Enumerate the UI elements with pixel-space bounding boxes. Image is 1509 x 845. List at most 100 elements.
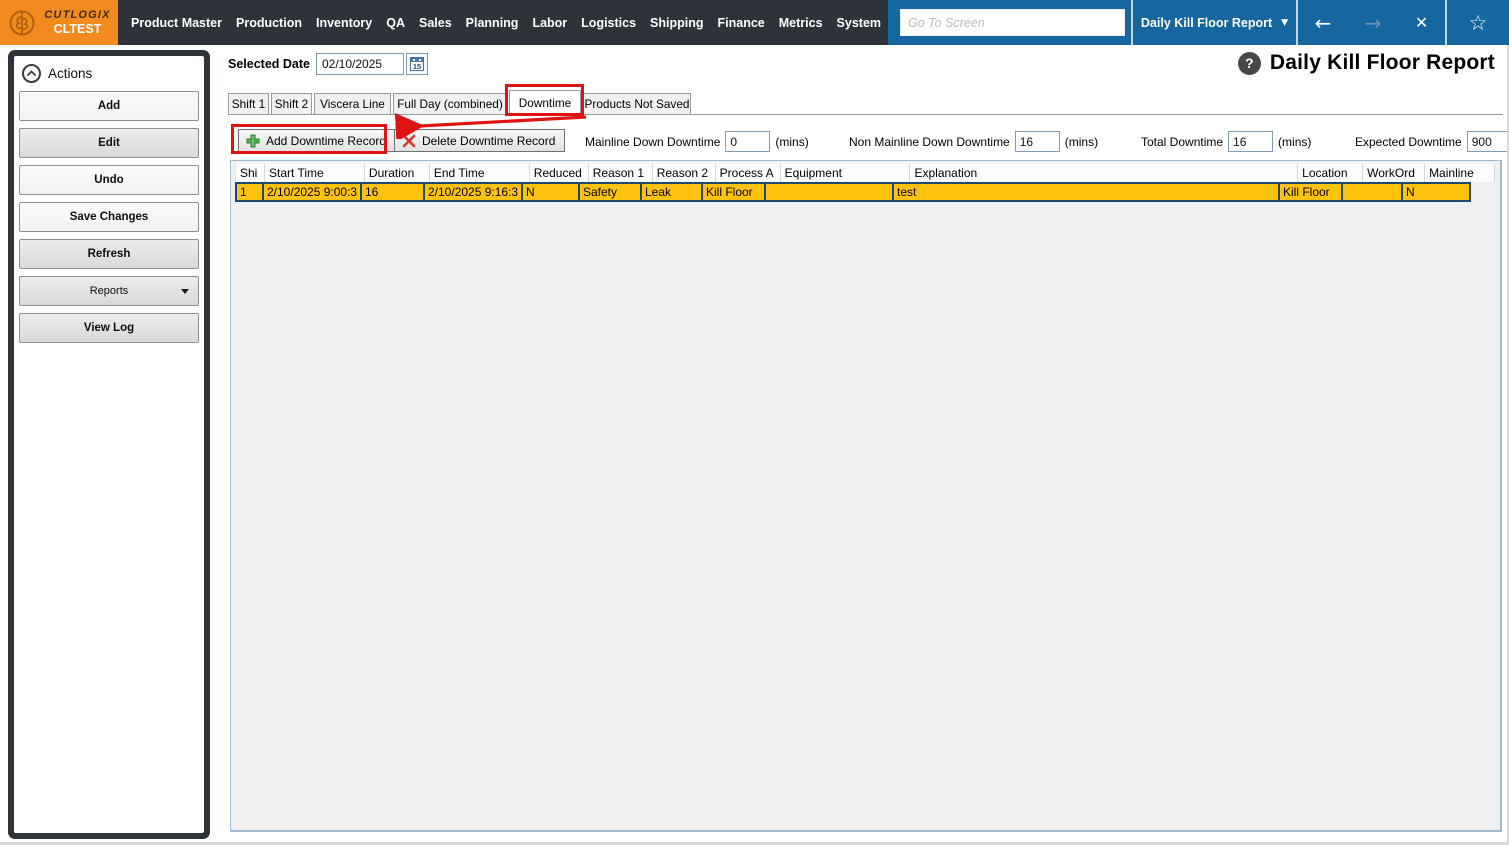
caret-down-icon <box>181 289 189 298</box>
menu-item-inventory[interactable]: Inventory <box>316 16 372 30</box>
non-mainline-down-downtime-label: Non Mainline Down Downtime <box>849 134 1010 149</box>
expected-downtime-input[interactable] <box>1466 131 1509 152</box>
column-header-process-area[interactable]: Process A <box>716 164 781 182</box>
actions-title: Actions <box>48 66 93 81</box>
selected-date-input[interactable] <box>315 53 404 75</box>
menu-item-planning[interactable]: Planning <box>466 16 519 30</box>
non-mainline-down-downtime-input[interactable] <box>1014 131 1060 152</box>
non-mainline-down-downtime-field: Non Mainline Down Downtime (mins) <box>849 131 1098 152</box>
tab-shift-1[interactable]: Shift 1 <box>228 93 269 114</box>
plus-icon <box>246 134 260 148</box>
column-header-explanation[interactable]: Explanation <box>910 164 1299 182</box>
forward-arrow-icon[interactable]: → <box>1365 13 1382 33</box>
page-title: Daily Kill Floor Report <box>1269 51 1495 74</box>
delete-x-icon <box>402 134 416 148</box>
cell-reason-2[interactable]: Leak <box>640 182 703 202</box>
menu-item-finance[interactable]: Finance <box>718 16 765 30</box>
environment-name: CLTEST <box>53 21 102 36</box>
column-header-shift[interactable]: Shi <box>236 164 265 182</box>
cell-workorder[interactable] <box>1341 182 1403 202</box>
close-icon[interactable]: ✕ <box>1415 13 1428 32</box>
add-button[interactable]: Add <box>19 91 199 121</box>
expected-downtime-field: Expected Downtime <box>1355 131 1509 152</box>
total-downtime-input[interactable] <box>1228 131 1274 152</box>
mins-suffix: (mins) <box>775 134 809 149</box>
favorite-star-icon[interactable]: ☆ <box>1469 11 1488 35</box>
calendar-icon: 15 <box>409 57 424 71</box>
downtime-grid: Shi Start Time Duration End Time Reduced… <box>235 164 1496 202</box>
calendar-picker-button[interactable]: 15 <box>405 53 428 75</box>
top-navigation-bar: CUTLOGIX CLTEST Product Master Productio… <box>0 0 1509 45</box>
cell-process-area[interactable]: Kill Floor <box>701 182 766 202</box>
delete-downtime-record-label: Delete Downtime Record <box>422 133 556 148</box>
tab-viscera-line[interactable]: Viscera Line <box>314 93 391 114</box>
cell-shift[interactable]: 1 <box>235 182 264 202</box>
column-header-reason-1[interactable]: Reason 1 <box>589 164 653 182</box>
collapse-panel-icon[interactable] <box>22 64 41 83</box>
tab-full-day-combined[interactable]: Full Day (combined) <box>393 93 507 114</box>
cell-end-time[interactable]: 2/10/2025 9:16:3 <box>423 182 523 202</box>
menu-item-sales[interactable]: Sales <box>419 16 452 30</box>
menu-item-product-master[interactable]: Product Master <box>131 16 222 30</box>
mins-suffix: (mins) <box>1278 134 1312 149</box>
help-icon[interactable]: ? <box>1237 51 1261 75</box>
menu-item-labor[interactable]: Labor <box>532 16 567 30</box>
app-window: CUTLOGIX CLTEST Product Master Productio… <box>0 0 1509 845</box>
cell-duration[interactable]: 16 <box>360 182 425 202</box>
cell-reduced[interactable]: N <box>521 182 580 202</box>
column-header-start-time[interactable]: Start Time <box>265 164 365 182</box>
menu-item-system[interactable]: System <box>837 16 881 30</box>
column-header-workorder[interactable]: WorkOrd <box>1363 164 1426 182</box>
view-log-button[interactable]: View Log <box>19 313 199 343</box>
column-header-equipment[interactable]: Equipment <box>781 164 911 182</box>
menu-item-metrics[interactable]: Metrics <box>779 16 823 30</box>
screen-selector-dropdown[interactable]: Daily Kill Floor Report ▼ <box>1133 16 1296 30</box>
selected-date-row: Selected Date 15 <box>228 53 428 75</box>
column-header-reduced[interactable]: Reduced <box>530 164 589 182</box>
back-arrow-icon[interactable]: ← <box>1315 13 1332 33</box>
actions-panel: Actions Add Edit Undo Save Changes Refre… <box>14 56 204 833</box>
expected-downtime-label: Expected Downtime <box>1355 134 1462 149</box>
report-tabstrip: Shift 1 Shift 2 Viscera Line Full Day (c… <box>228 89 1503 115</box>
mainline-down-downtime-input[interactable] <box>725 131 771 152</box>
cell-explanation[interactable]: test <box>892 182 1280 202</box>
tab-products-not-saved[interactable]: Products Not Saved <box>583 93 691 114</box>
page-title-row: ? Daily Kill Floor Report <box>1237 51 1495 75</box>
column-header-duration[interactable]: Duration <box>365 164 430 182</box>
cell-mainline[interactable]: N <box>1401 182 1471 202</box>
table-row[interactable]: 1 2/10/2025 9:00:3 16 2/10/2025 9:16:3 N… <box>235 182 1495 202</box>
column-header-reason-2[interactable]: Reason 2 <box>653 164 716 182</box>
logo-text: CUTLOGIX CLTEST <box>42 9 113 36</box>
mainline-down-downtime-label: Mainline Down Downtime <box>585 134 721 149</box>
column-header-location[interactable]: Location <box>1298 164 1364 182</box>
menu-item-qa[interactable]: QA <box>386 16 405 30</box>
cell-location[interactable]: Kill Floor <box>1278 182 1343 202</box>
save-changes-button[interactable]: Save Changes <box>19 202 199 232</box>
tab-downtime[interactable]: Downtime <box>509 90 581 115</box>
app-logo[interactable]: CUTLOGIX CLTEST <box>0 0 118 45</box>
downtime-toolbar: Add Downtime Record Delete Downtime Reco… <box>220 125 1509 155</box>
add-downtime-record-button[interactable]: Add Downtime Record <box>238 129 397 152</box>
menu-item-logistics[interactable]: Logistics <box>581 16 636 30</box>
menu-item-shipping[interactable]: Shipping <box>650 16 703 30</box>
mainline-down-downtime-field: Mainline Down Downtime (mins) <box>585 131 809 152</box>
selected-date-label: Selected Date <box>228 57 310 71</box>
cell-start-time[interactable]: 2/10/2025 9:00:3 <box>262 182 362 202</box>
go-to-screen-input[interactable] <box>900 9 1125 36</box>
delete-downtime-record-button[interactable]: Delete Downtime Record <box>394 129 566 152</box>
cell-equipment[interactable] <box>764 182 894 202</box>
actions-sidebar: Actions Add Edit Undo Save Changes Refre… <box>8 50 210 839</box>
brain-logo-icon <box>7 8 37 38</box>
menu-item-production[interactable]: Production <box>236 16 302 30</box>
reports-dropdown-button[interactable]: Reports <box>19 276 199 306</box>
undo-button[interactable]: Undo <box>19 165 199 195</box>
column-header-end-time[interactable]: End Time <box>430 164 530 182</box>
main-content: Selected Date 15 ? Daily Kill Floor Repo… <box>220 45 1509 845</box>
edit-button[interactable]: Edit <box>19 128 199 158</box>
screen-selector-label: Daily Kill Floor Report <box>1140 15 1273 30</box>
column-header-mainline[interactable]: Mainline <box>1425 164 1496 182</box>
cell-reason-1[interactable]: Safety <box>578 182 642 202</box>
mins-suffix: (mins) <box>1064 134 1099 149</box>
refresh-button[interactable]: Refresh <box>19 239 199 269</box>
tab-shift-2[interactable]: Shift 2 <box>271 93 312 114</box>
